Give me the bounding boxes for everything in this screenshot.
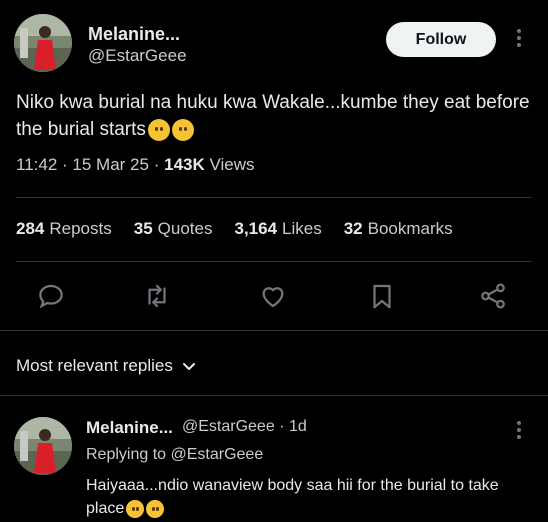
engagement-stats: 284 Reposts 35 Quotes 3,164 Likes 32 Bookmar… [16, 219, 453, 239]
pleading-face-emoji-icon [171, 118, 194, 141]
meta-separator: · [279, 418, 285, 435]
bookmark-icon[interactable] [367, 281, 397, 311]
reposts-stat[interactable]: 284 Reposts [16, 219, 112, 239]
reply-author-handle: @EstarGeee · 1d [182, 418, 307, 436]
share-icon[interactable] [478, 281, 508, 311]
likes-count: 3,164 [234, 219, 278, 238]
views-label: Views [209, 155, 255, 174]
divider [16, 261, 532, 262]
likes-label: Likes [282, 219, 322, 238]
quotes-stat[interactable]: 35 Quotes [134, 219, 213, 239]
replies-sort-dropdown[interactable]: Most relevant replies [16, 356, 197, 376]
chevron-down-icon [182, 363, 195, 370]
more-options-icon[interactable] [512, 29, 526, 47]
meta-separator: · [153, 155, 160, 174]
relieved-face-emoji-icon [146, 499, 165, 518]
meta-separator: · [62, 155, 68, 174]
tweet-date[interactable]: 15 Mar 25 [72, 155, 149, 174]
divider [0, 330, 548, 331]
relieved-face-emoji-icon [126, 499, 145, 518]
author-name[interactable]: Melanine... [88, 24, 180, 45]
bookmarks-label: Bookmarks [367, 219, 453, 238]
follow-button[interactable]: Follow [386, 22, 496, 57]
replying-to-handle[interactable]: @EstarGeee [171, 446, 264, 463]
sort-label: Most relevant replies [16, 356, 173, 375]
repost-icon[interactable] [142, 281, 172, 311]
divider [0, 395, 548, 396]
tweet-text-content: Niko kwa burial na huku kwa Wakale...kum… [16, 92, 530, 140]
reply-author-name[interactable]: Melanine... [86, 418, 173, 438]
replying-to: Replying to @EstarGeee [86, 446, 263, 464]
reposts-count: 284 [16, 219, 45, 238]
quotes-count: 35 [133, 219, 153, 238]
likes-stat[interactable]: 3,164 Likes [234, 219, 321, 239]
reply-handle[interactable]: @EstarGeee [182, 418, 275, 435]
bookmarks-count: 32 [343, 219, 363, 238]
bookmarks-stat[interactable]: 32 Bookmarks [344, 219, 453, 239]
pleading-face-emoji-icon [147, 118, 170, 141]
reply-author-avatar[interactable] [14, 417, 72, 475]
reposts-label: Reposts [49, 219, 112, 238]
views-count: 143K [164, 155, 205, 174]
reply-text: Haiyaaa...ndio wanaview body saa hii for… [86, 474, 526, 520]
reply-age[interactable]: 1d [289, 418, 307, 435]
author-handle[interactable]: @EstarGeee [88, 46, 187, 66]
tweet-time[interactable]: 11:42 [16, 155, 57, 174]
avatar-image [14, 417, 72, 475]
reply-icon[interactable] [36, 281, 66, 311]
quotes-label: Quotes [157, 219, 213, 238]
divider [16, 197, 532, 198]
tweet-meta: 11:42 · 15 Mar 25 · 143K Views [16, 155, 255, 175]
reply-more-options-icon[interactable] [512, 421, 526, 439]
author-avatar[interactable] [14, 14, 72, 72]
replying-prefix: Replying to [86, 446, 167, 463]
avatar-image [14, 14, 72, 72]
tweet-text: Niko kwa burial na huku kwa Wakale...kum… [16, 89, 536, 143]
like-icon[interactable] [258, 281, 288, 311]
